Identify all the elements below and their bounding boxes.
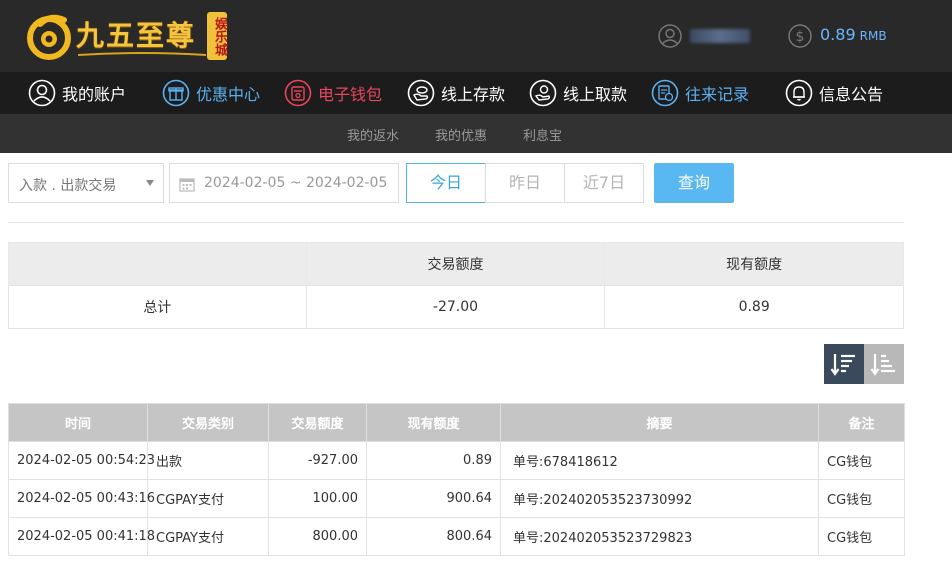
cell-type: 出款 [147, 441, 269, 480]
nav-label: 信息公告 [819, 85, 884, 104]
transaction-type-value: 入款 . 出款交易 [19, 178, 117, 194]
user-icon [28, 79, 56, 107]
cell-note: CG钱包 [818, 517, 905, 556]
subnav-rebate[interactable]: 我的返水 [347, 125, 399, 144]
calendar-icon [179, 178, 195, 192]
column-header-time: 时间 [8, 403, 148, 442]
records-table: 时间 交易类别 交易额度 现有额度 摘要 备注 2024-02-05 00:54… [8, 403, 905, 556]
cell-time: 2024-02-05 00:43:16 [8, 479, 155, 518]
avatar-icon [658, 24, 682, 48]
sub-nav: 我的返水 我的优惠 利息宝 [0, 114, 952, 153]
sort-descending-button[interactable] [824, 344, 864, 384]
cell-amount: -927.00 [268, 441, 367, 480]
bell-icon [785, 79, 813, 107]
nav-item-transaction-records[interactable]: 往来记录 [651, 72, 749, 114]
summary-cell: -27.00 [305, 285, 606, 329]
svg-text:$: $ [796, 29, 805, 45]
gift-icon [162, 79, 190, 107]
cell-amount: 100.00 [268, 479, 367, 518]
nav-label: 往来记录 [685, 85, 750, 104]
logo-badge: 娱乐城 [207, 12, 227, 60]
nav-item-announcements[interactable]: 信息公告 [785, 72, 883, 114]
nav-label: 优惠中心 [196, 85, 261, 104]
balance-value: 0.89 RMB [820, 25, 887, 44]
cell-note: CG钱包 [818, 441, 905, 480]
username-redacted [690, 29, 750, 43]
cell-summary: 单号:678418612 [500, 441, 819, 480]
table-row: 2024-02-05 00:54:23 出款 -927.00 0.89 单号:6… [8, 441, 905, 480]
column-header-amount: 交易额度 [268, 403, 367, 442]
cell-type: CGPAY支付 [147, 517, 269, 556]
summary-header: 交易额度 [305, 242, 606, 286]
nav-item-my-account[interactable]: 我的账户 [28, 72, 126, 114]
cell-note: CG钱包 [818, 479, 905, 518]
withdraw-icon [529, 79, 557, 107]
column-header-note: 备注 [818, 403, 905, 442]
site-logo[interactable]: 九五至尊 娱乐城 [26, 8, 236, 66]
main-nav: 我的账户 优惠中心 电子钱包 线上存款 线上取款 往来记录 信息公告 [0, 72, 952, 114]
nav-label: 电子钱包 [318, 85, 383, 104]
query-button[interactable]: 查询 [654, 163, 734, 203]
cell-balance: 0.89 [366, 441, 501, 480]
cell-type: CGPAY支付 [147, 479, 269, 518]
summary-header [8, 242, 307, 286]
sort-ascending-icon [870, 354, 895, 376]
summary-header-row: 交易额度 现有额度 [8, 242, 904, 286]
summary-table: 交易额度 现有额度 总计 -27.00 0.89 [8, 242, 904, 329]
cell-summary: 单号:202402053523730992 [500, 479, 819, 518]
table-row: 2024-02-05 00:41:18 CGPAY支付 800.00 800.6… [8, 517, 905, 556]
balance-display: $ 0.89 RMB [788, 24, 928, 48]
nav-item-e-wallet[interactable]: 电子钱包 [284, 72, 382, 114]
last-7-days-button[interactable]: 近7日 [564, 163, 644, 203]
nav-item-online-withdraw[interactable]: 线上取款 [529, 72, 627, 114]
dollar-icon: $ [788, 24, 812, 48]
yesterday-button[interactable]: 昨日 [485, 163, 565, 203]
column-header-balance: 现有额度 [366, 403, 501, 442]
sort-ascending-button[interactable] [864, 344, 904, 384]
balance-unit: RMB [859, 29, 887, 43]
nav-item-promotions[interactable]: 优惠中心 [162, 72, 260, 114]
nav-label: 线上取款 [563, 85, 628, 104]
column-header-type: 交易类别 [147, 403, 269, 442]
nav-label: 我的账户 [62, 85, 127, 104]
wallet-icon [284, 79, 312, 107]
subnav-interest[interactable]: 利息宝 [523, 125, 562, 144]
column-header-summary: 摘要 [500, 403, 819, 442]
summary-header: 现有额度 [604, 242, 904, 286]
date-range-input[interactable]: 2024-02-05 ~ 2024-02-05 [169, 163, 399, 203]
summary-cell: 0.89 [604, 285, 904, 329]
logo-text: 九五至尊 [76, 19, 197, 52]
divider [8, 222, 904, 223]
subnav-my-promotions[interactable]: 我的优惠 [435, 125, 487, 144]
summary-total-row: 总计 -27.00 0.89 [8, 285, 904, 329]
balance-amount: 0.89 [820, 25, 856, 44]
logo-swoosh-icon [78, 52, 206, 56]
site-header: 九五至尊 娱乐城 $ 0.89 RMB [0, 0, 952, 72]
today-button[interactable]: 今日 [406, 163, 486, 203]
cell-summary: 单号:202402053523729823 [500, 517, 819, 556]
cell-balance: 900.64 [366, 479, 501, 518]
summary-cell: 总计 [8, 285, 307, 329]
nav-label: 线上存款 [441, 85, 506, 104]
transaction-type-select[interactable]: 入款 . 出款交易 [8, 163, 164, 203]
logo-emblem-icon [27, 14, 71, 60]
date-range-value: 2024-02-05 ~ 2024-02-05 [204, 175, 388, 191]
cell-balance: 800.64 [366, 517, 501, 556]
records-icon [651, 79, 679, 107]
nav-item-online-deposit[interactable]: 线上存款 [407, 72, 505, 114]
cell-time: 2024-02-05 00:41:18 [8, 517, 155, 556]
user-account[interactable] [658, 24, 758, 48]
cell-amount: 800.00 [268, 517, 367, 556]
deposit-icon [407, 79, 435, 107]
sort-descending-icon [830, 354, 855, 376]
records-header-row: 时间 交易类别 交易额度 现有额度 摘要 备注 [8, 403, 905, 442]
chevron-down-icon [146, 180, 154, 186]
cell-time: 2024-02-05 00:54:23 [8, 441, 155, 480]
table-row: 2024-02-05 00:43:16 CGPAY支付 100.00 900.6… [8, 479, 905, 518]
